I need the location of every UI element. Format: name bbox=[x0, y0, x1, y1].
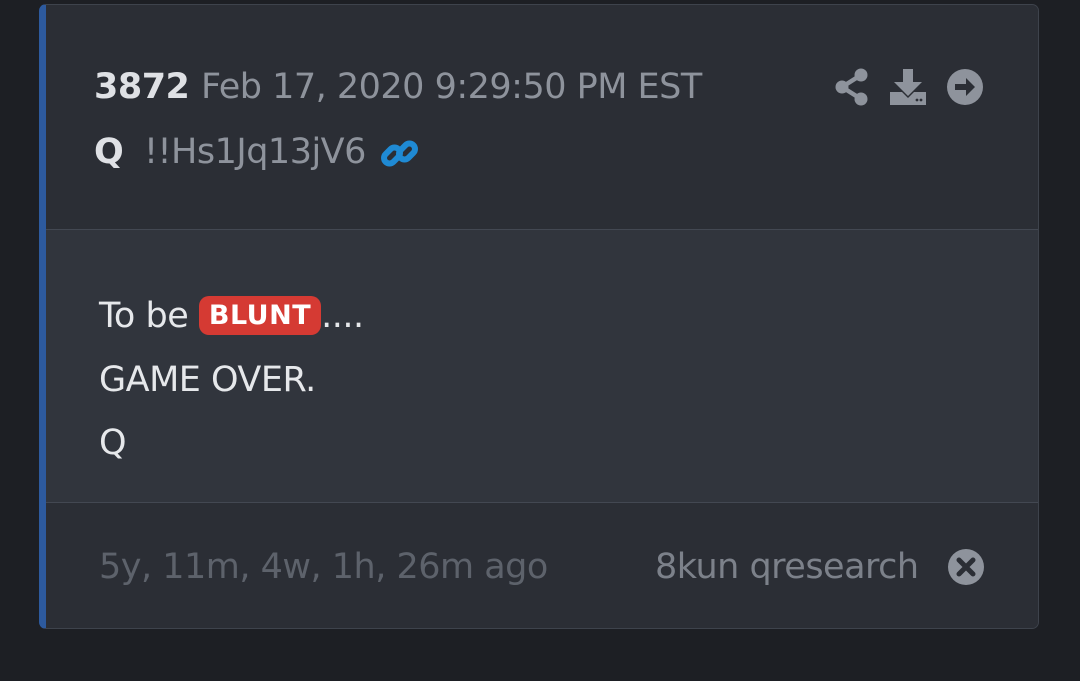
body-line-1: To be BLUNT.... bbox=[99, 296, 364, 336]
post-timestamp: Feb 17, 2020 9:29:50 PM EST bbox=[201, 67, 702, 107]
post-age: 5y, 11m, 4w, 1h, 26m ago bbox=[99, 547, 548, 587]
close-circle-icon[interactable] bbox=[947, 548, 985, 586]
post-footer: 5y, 11m, 4w, 1h, 26m ago 8kun qresearch bbox=[46, 503, 1038, 628]
author-name: Q bbox=[94, 132, 124, 172]
body-line-3: Q bbox=[99, 423, 127, 463]
download-icon[interactable] bbox=[888, 67, 928, 107]
arrow-right-circle-icon[interactable] bbox=[945, 67, 985, 107]
post-body: To be BLUNT.... GAME OVER. Q bbox=[46, 230, 1038, 503]
body-text: To be bbox=[99, 296, 199, 336]
body-line-2: GAME OVER. bbox=[99, 360, 316, 400]
post-source: 8kun qresearch bbox=[655, 547, 919, 587]
post-card: 3872 Feb 17, 2020 9:29:50 PM EST Q !!Hs1… bbox=[39, 4, 1039, 629]
author-tripcode: !!Hs1Jq13jV6 bbox=[144, 132, 366, 172]
body-text: .... bbox=[321, 296, 364, 336]
share-icon[interactable] bbox=[832, 67, 872, 107]
link-icon[interactable] bbox=[379, 133, 421, 175]
post-header: 3872 Feb 17, 2020 9:29:50 PM EST Q !!Hs1… bbox=[46, 5, 1038, 230]
post-number: 3872 bbox=[94, 67, 190, 107]
highlight-badge: BLUNT bbox=[198, 296, 322, 335]
